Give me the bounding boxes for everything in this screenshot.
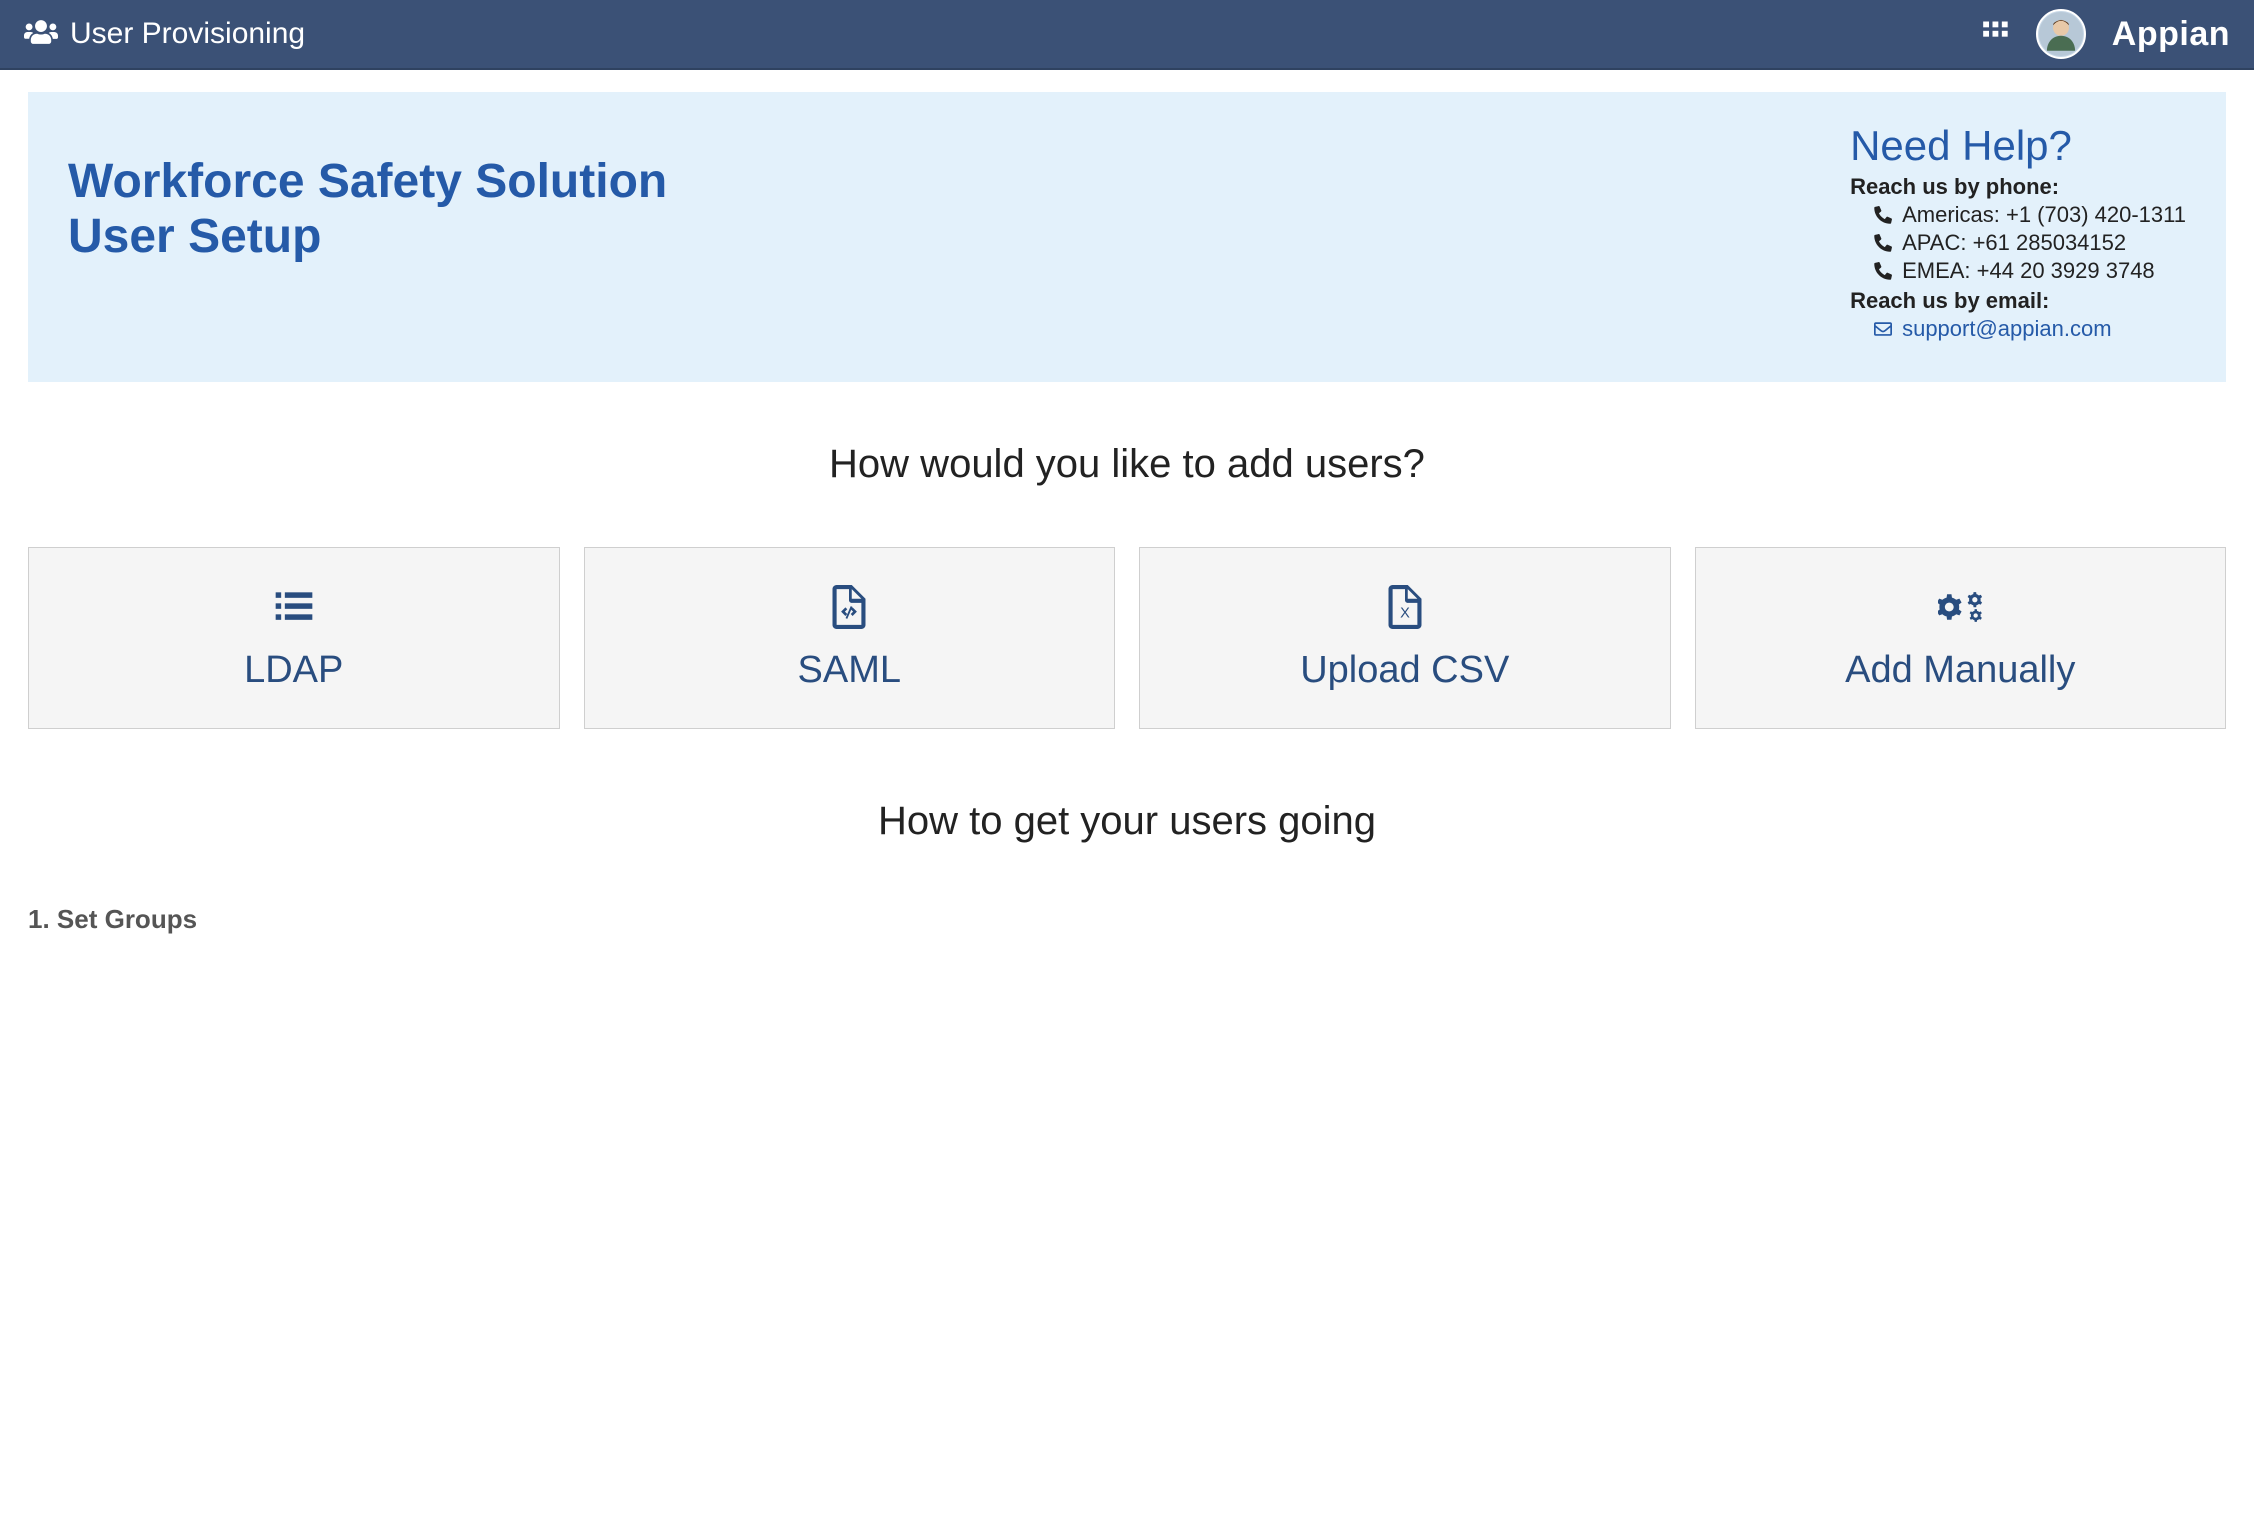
add-users-options: LDAP SAML X Upload CSV Add Manually	[28, 547, 2226, 729]
option-upload-csv-label: Upload CSV	[1300, 649, 1509, 692]
app-title: User Provisioning	[70, 17, 305, 51]
help-phone-emea-text: EMEA: +44 20 3929 3748	[1902, 258, 2155, 284]
top-right: Appian	[1982, 9, 2230, 59]
step-1-set-groups: 1. Set Groups	[28, 904, 2226, 935]
brand-logo: Appian	[2112, 15, 2230, 54]
top-bar: User Provisioning Appian	[0, 0, 2254, 70]
users-icon	[24, 15, 58, 54]
add-users-question: How would you like to add users?	[28, 442, 2226, 487]
file-code-icon	[827, 585, 871, 629]
help-phone-americas: Americas: +1 (703) 420-1311	[1850, 202, 2186, 228]
get-going-heading: How to get your users going	[28, 799, 2226, 844]
option-saml-label: SAML	[798, 649, 901, 692]
option-saml[interactable]: SAML	[584, 547, 1116, 729]
help-email-label: Reach us by email:	[1850, 288, 2186, 314]
banner: Workforce Safety Solution User Setup Nee…	[28, 92, 2226, 382]
help-email: support@appian.com	[1850, 316, 2186, 342]
phone-icon	[1874, 206, 1892, 224]
help-phone-americas-text: Americas: +1 (703) 420-1311	[1902, 202, 2186, 228]
option-upload-csv[interactable]: X Upload CSV	[1139, 547, 1671, 729]
top-left: User Provisioning	[24, 15, 305, 54]
list-icon	[272, 585, 316, 629]
help-phone-apac: APAC: +61 285034152	[1850, 230, 2186, 256]
help-box: Need Help? Reach us by phone: Americas: …	[1850, 122, 2186, 342]
apps-grid-icon[interactable]	[1982, 18, 2010, 51]
page-content: Workforce Safety Solution User Setup Nee…	[0, 92, 2254, 975]
svg-text:X: X	[1400, 605, 1410, 621]
page-title: Workforce Safety Solution User Setup	[68, 154, 667, 264]
avatar[interactable]	[2036, 9, 2086, 59]
option-add-manually-label: Add Manually	[1845, 649, 2075, 692]
help-phone-emea: EMEA: +44 20 3929 3748	[1850, 258, 2186, 284]
option-add-manually[interactable]: Add Manually	[1695, 547, 2227, 729]
page-title-line2: User Setup	[68, 210, 321, 263]
gears-icon	[1938, 585, 1982, 629]
file-excel-icon: X	[1383, 585, 1427, 629]
phone-icon	[1874, 234, 1892, 252]
help-email-link[interactable]: support@appian.com	[1902, 316, 2111, 342]
phone-icon	[1874, 262, 1892, 280]
help-phone-apac-text: APAC: +61 285034152	[1902, 230, 2126, 256]
help-title: Need Help?	[1850, 122, 2186, 170]
help-phone-label: Reach us by phone:	[1850, 174, 2186, 200]
envelope-icon	[1874, 320, 1892, 338]
option-ldap[interactable]: LDAP	[28, 547, 560, 729]
page-title-line1: Workforce Safety Solution	[68, 155, 667, 208]
option-ldap-label: LDAP	[244, 649, 343, 692]
